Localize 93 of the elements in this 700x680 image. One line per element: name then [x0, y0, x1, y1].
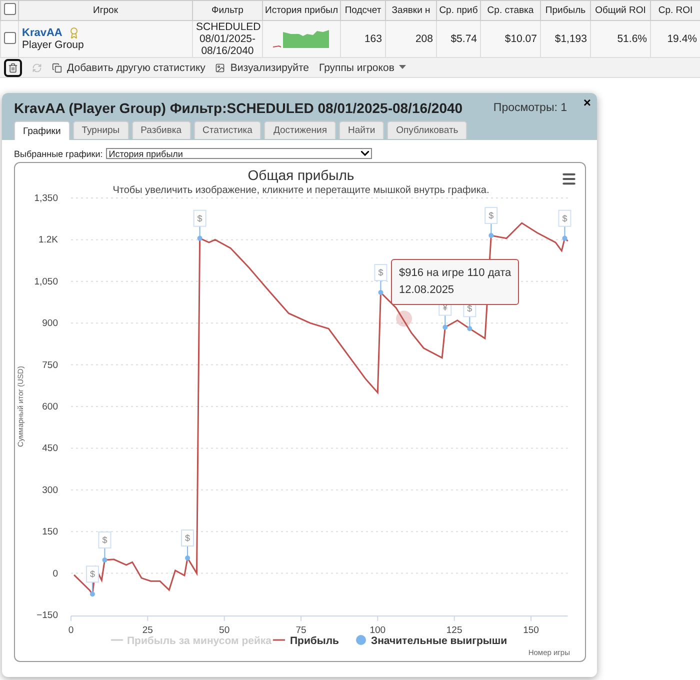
- menu-button[interactable]: Группы игроков: [318, 58, 406, 76]
- win-point: [90, 592, 95, 597]
- win-point: [562, 236, 568, 241]
- flag-marker: [181, 530, 194, 558]
- caret-icon: [399, 65, 406, 70]
- x-tick-label: 75: [296, 625, 306, 636]
- column-header[interactable]: Игрок: [18, 0, 192, 20]
- y-tick-label: 600: [42, 402, 58, 412]
- tab[interactable]: Турниры: [72, 121, 129, 139]
- chart-subtitle: Чтобы увеличить изображение, кликните и перетащите мышкой внутрь графика.: [112, 185, 490, 196]
- win-point: [467, 326, 472, 332]
- flag-symbol: $: [467, 304, 472, 314]
- x-tick-label: 25: [142, 625, 153, 636]
- y-tick-label: 300: [42, 484, 58, 496]
- column-header[interactable]: Ср. ставка: [480, 0, 540, 20]
- flag-marker: [193, 210, 206, 239]
- column-header[interactable]: Ср. приб: [436, 0, 480, 20]
- y-tick-label: 1,050: [34, 276, 58, 288]
- select-all-checkbox[interactable]: [4, 3, 16, 15]
- y-tick-label: −150: [36, 610, 58, 621]
- x-tick-label: 0: [68, 625, 74, 636]
- award-icon: [68, 27, 80, 39]
- column-header[interactable]: История прибыл: [262, 0, 340, 20]
- image-icon: [215, 62, 226, 72]
- row-checkbox[interactable]: [4, 32, 16, 44]
- win-point: [488, 233, 494, 238]
- flag-marker: [98, 531, 112, 560]
- table-cell: $1,193: [540, 20, 590, 58]
- chevron-down-icon: [360, 151, 369, 156]
- player-link[interactable]: KravAA: [22, 27, 62, 39]
- player-group: Player Group: [22, 39, 189, 51]
- column-header[interactable]: Общий ROI: [590, 0, 650, 20]
- chart-title: Общая прибыль: [248, 167, 354, 183]
- column-header[interactable]: Заявки н: [386, 0, 436, 20]
- win-point: [197, 236, 202, 241]
- tooltip: $916 на игре 110 дата 12.08.2025: [391, 259, 519, 305]
- add-button[interactable]: Добавить другую статистику: [52, 58, 206, 76]
- y-tick-label: 150: [42, 526, 58, 538]
- close-button[interactable]: ×: [583, 96, 591, 109]
- views-count: Просмотры: 1: [493, 102, 567, 114]
- x-tick-label: 150: [523, 625, 539, 636]
- trash-icon: [8, 62, 18, 72]
- flag-symbol: $: [562, 213, 568, 224]
- table-cell: 51.6%: [590, 20, 650, 58]
- flag-symbol: $: [378, 268, 384, 278]
- menu-icon[interactable]: [561, 171, 577, 187]
- flag-symbol: $: [185, 533, 190, 543]
- legend-line-icon: [111, 639, 123, 641]
- legend-item[interactable]: Прибыль: [290, 635, 339, 647]
- tab[interactable]: Опубликовать: [387, 121, 468, 139]
- copy-icon: [52, 62, 62, 72]
- tab[interactable]: Статистика: [194, 121, 262, 139]
- tab[interactable]: Графики: [14, 121, 70, 140]
- tab[interactable]: Найти: [339, 121, 384, 139]
- delete-button[interactable]: [4, 58, 22, 76]
- y-tick-label: 1,350: [34, 193, 58, 204]
- win-point: [378, 290, 384, 296]
- table-cell: $10.07: [480, 20, 540, 58]
- x-tick-label: 125: [446, 625, 462, 636]
- x-tick-label: 100: [370, 625, 386, 636]
- table-cell: 208: [386, 20, 436, 58]
- visualize-button[interactable]: Визуализируйте: [215, 58, 309, 76]
- column-header[interactable]: Подсчет: [340, 0, 386, 20]
- win-point: [185, 556, 190, 560]
- y-tick-label: 450: [42, 443, 58, 454]
- tab[interactable]: Достижения: [264, 121, 336, 139]
- x-tick-label: 50: [219, 625, 230, 636]
- refresh-icon: [32, 62, 42, 72]
- filter-text: SCHEDULED 08/01/2025-08/16/2040: [196, 21, 259, 57]
- flag-symbol: $: [90, 569, 95, 580]
- dialog-title: KravAA (Player Group) Фильтр:SCHEDULED 08/01/2025-08/16/2040: [14, 100, 463, 116]
- column-header[interactable]: Ср. ROI: [650, 0, 700, 20]
- column-header[interactable]: Прибыль: [540, 0, 590, 20]
- y-tick-label: 750: [42, 360, 58, 371]
- tab[interactable]: Разбивка: [132, 121, 191, 139]
- flag-marker: [558, 210, 572, 239]
- profit-sparkline: [272, 28, 330, 48]
- table-cell: $5.74: [436, 20, 480, 58]
- win-point: [102, 557, 108, 562]
- hover-marker: [396, 310, 412, 327]
- y-tick-label: 900: [42, 318, 58, 330]
- legend-item[interactable]: Значительные выигрыши: [371, 635, 508, 647]
- win-point: [442, 324, 448, 330]
- flag-symbol: $: [102, 534, 108, 545]
- flag-symbol: $: [488, 210, 494, 221]
- y-tick-label: 0: [52, 568, 58, 580]
- flag-symbol: $: [197, 213, 202, 224]
- chart-select[interactable]: История прибыли: [106, 148, 372, 159]
- y-tick-label: 1.2K: [38, 234, 58, 246]
- table-cell: 19.4%: [650, 20, 700, 58]
- select-label: Выбранные графики:: [14, 148, 103, 158]
- column-header[interactable]: Фильтр: [192, 0, 262, 20]
- table-cell: 163: [340, 20, 386, 58]
